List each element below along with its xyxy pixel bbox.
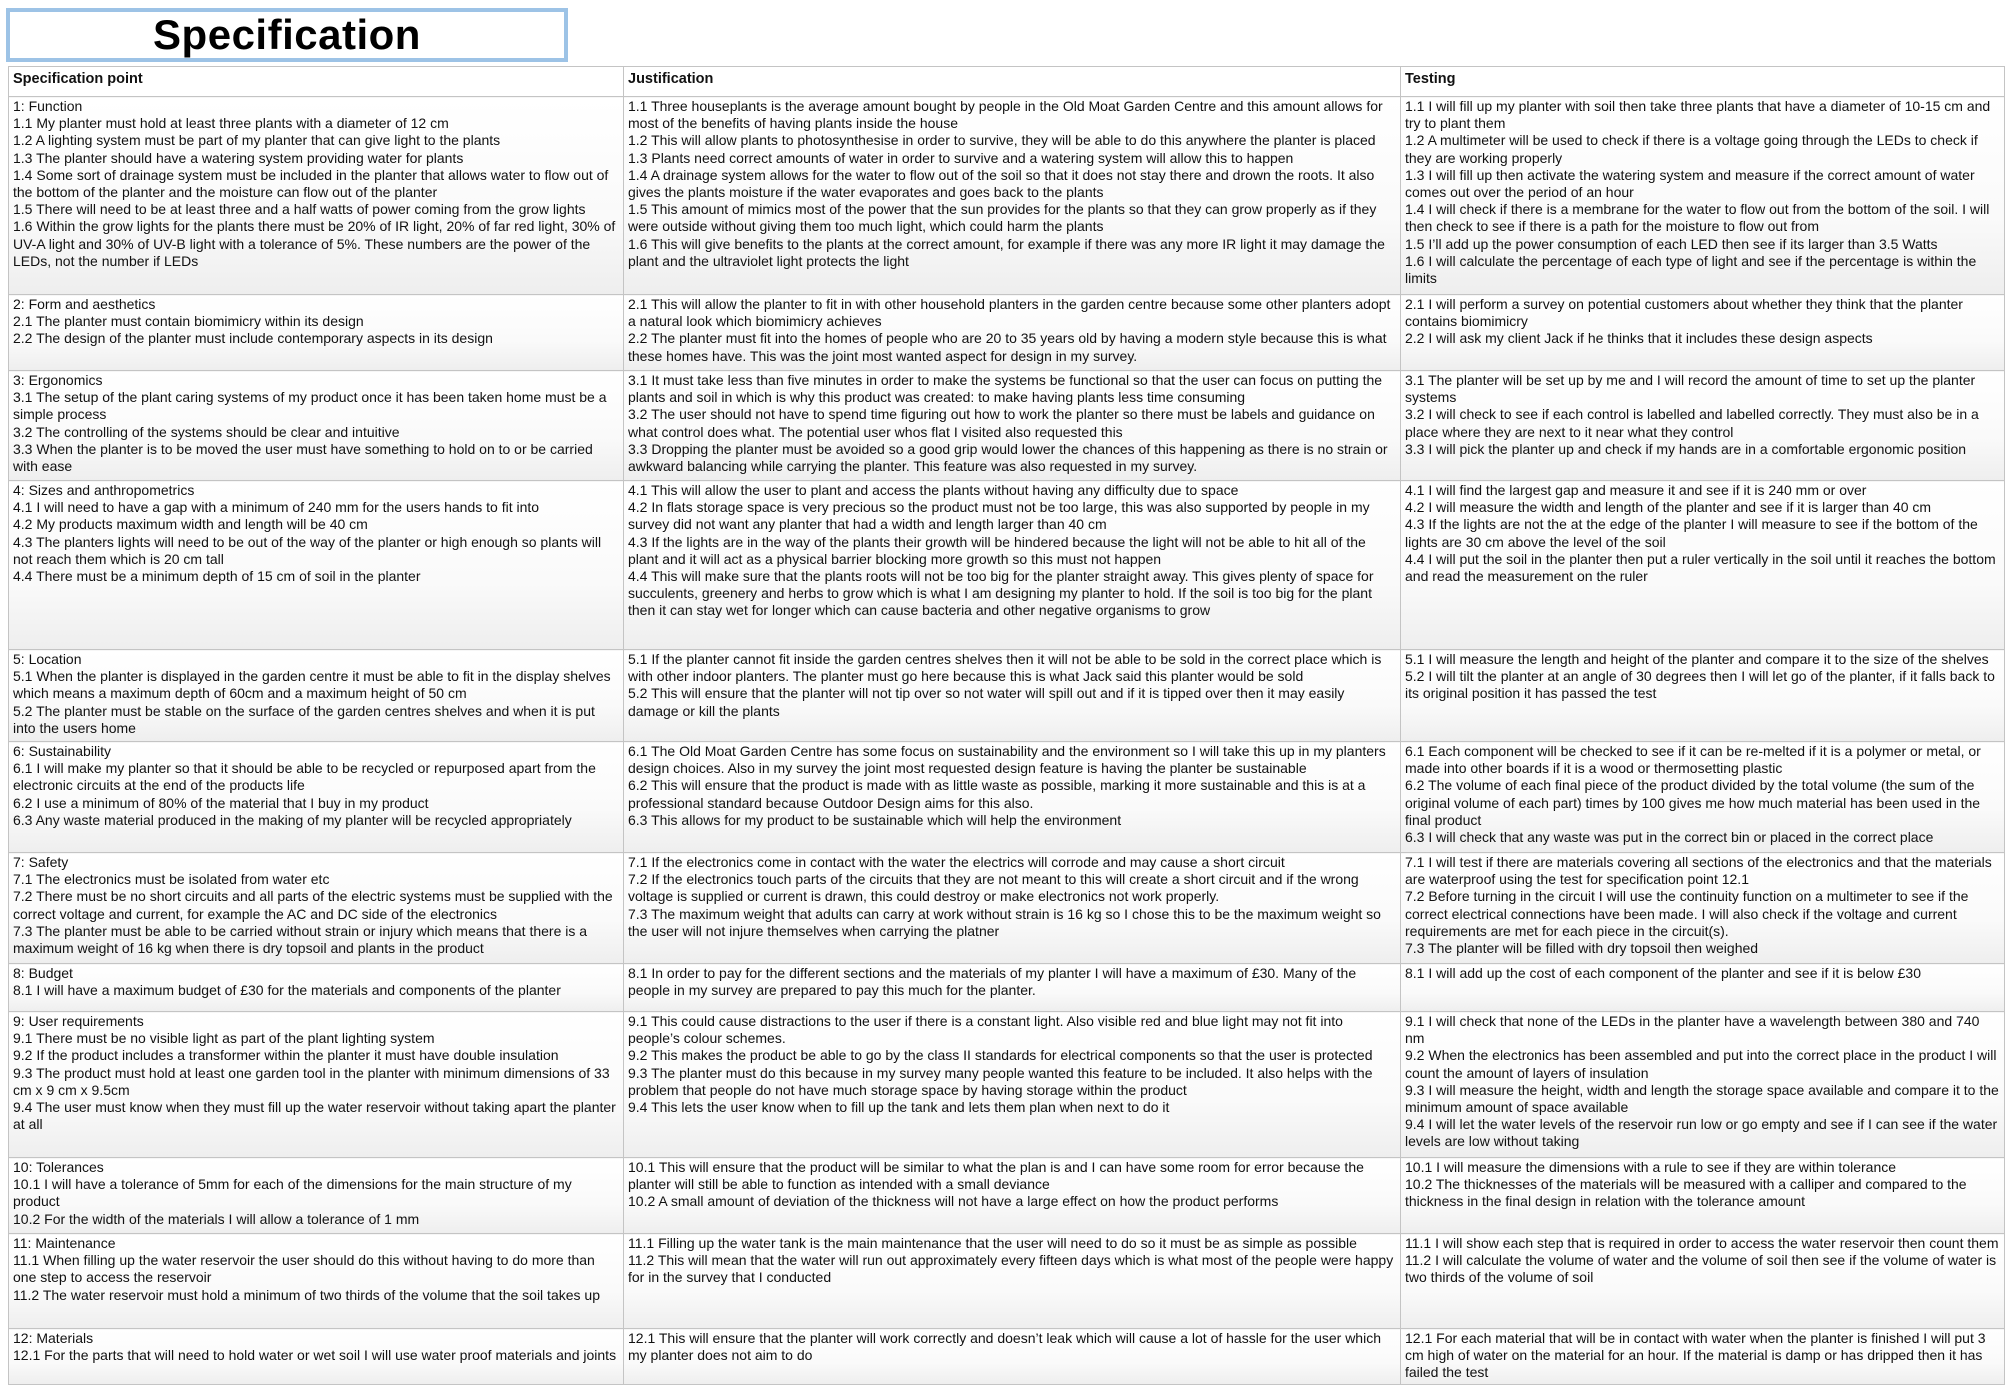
cell-testing: 9.1 I will check that none of the LEDs i…: [1400, 1011, 2005, 1158]
cell-text: 5.1 If the planter cannot fit inside the…: [628, 651, 1382, 719]
cell-text: 1.1 I will fill up my planter with soil …: [1405, 98, 1991, 287]
table-header-row: Specification point Justification Testin…: [8, 66, 2005, 97]
cell-spec: 8: Budget 8.1 I will have a maximum budg…: [8, 963, 624, 1012]
table-row: 9: User requirements 9.1 There must be n…: [8, 1011, 2005, 1158]
cell-text: 8: Budget 8.1 I will have a maximum budg…: [13, 965, 561, 999]
cell-justification: 4.1 This will allow the user to plant an…: [623, 480, 1401, 650]
cell-testing: 1.1 I will fill up my planter with soil …: [1400, 96, 2005, 295]
cell-text: 12: Materials 12.1 For the parts that wi…: [13, 1330, 617, 1364]
cell-justification: 1.1 Three houseplants is the average amo…: [623, 96, 1401, 295]
cell-text: 9.1 This could cause distractions to the…: [628, 1013, 1373, 1116]
cell-text: 3.1 The planter will be set up by me and…: [1405, 372, 1979, 457]
cell-testing: 2.1 I will perform a survey on potential…: [1400, 294, 2005, 371]
table-row: 7: Safety 7.1 The electronics must be is…: [8, 852, 2005, 964]
cell-text: 4.1 This will allow the user to plant an…: [628, 482, 1374, 619]
cell-testing: 4.1 I will find the largest gap and meas…: [1400, 480, 2005, 650]
cell-testing: 3.1 The planter will be set up by me and…: [1400, 370, 2005, 481]
cell-justification: 5.1 If the planter cannot fit inside the…: [623, 649, 1401, 742]
cell-text: 3: Ergonomics 3.1 The setup of the plant…: [13, 372, 607, 475]
cell-text: 1.1 Three houseplants is the average amo…: [628, 98, 1385, 269]
cell-justification: 8.1 In order to pay for the different se…: [623, 963, 1401, 1012]
cell-text: 1: Function 1.1 My planter must hold at …: [13, 98, 616, 269]
cell-text: 7.1 I will test if there are materials c…: [1405, 854, 1992, 957]
table-row: 4: Sizes and anthropometrics 4.1 I will …: [8, 480, 2005, 650]
cell-justification: 7.1 If the electronics come in contact w…: [623, 852, 1401, 964]
cell-text: 7.1 If the electronics come in contact w…: [628, 854, 1381, 939]
table-row: 1: Function 1.1 My planter must hold at …: [8, 96, 2005, 295]
cell-text: 3.1 It must take less than five minutes …: [628, 372, 1388, 475]
cell-text: 9.1 I will check that none of the LEDs i…: [1405, 1013, 1999, 1150]
table-row: 3: Ergonomics 3.1 The setup of the plant…: [8, 370, 2005, 481]
cell-spec: 7: Safety 7.1 The electronics must be is…: [8, 852, 624, 964]
cell-text: 7: Safety 7.1 The electronics must be is…: [13, 854, 613, 957]
cell-text: 8.1 I will add up the cost of each compo…: [1405, 965, 1921, 981]
cell-text: 11.1 I will show each step that is requi…: [1405, 1235, 1999, 1286]
specification-table: Specification point Justification Testin…: [8, 66, 2005, 1385]
cell-justification: 2.1 This will allow the planter to fit i…: [623, 294, 1401, 371]
cell-testing: 7.1 I will test if there are materials c…: [1400, 852, 2005, 964]
cell-spec: 6: Sustainability 6.1 I will make my pla…: [8, 741, 624, 853]
cell-justification: 11.1 Filling up the water tank is the ma…: [623, 1233, 1401, 1329]
cell-justification: 6.1 The Old Moat Garden Centre has some …: [623, 741, 1401, 853]
cell-justification: 9.1 This could cause distractions to the…: [623, 1011, 1401, 1158]
cell-text: 9: User requirements 9.1 There must be n…: [13, 1013, 616, 1133]
page-title: Specification: [153, 11, 421, 58]
cell-text: 12.1 For each material that will be in c…: [1405, 1330, 1986, 1381]
cell-text: 5: Location 5.1 When the planter is disp…: [13, 651, 611, 736]
cell-text: 8.1 In order to pay for the different se…: [628, 965, 1357, 999]
table-row: 6: Sustainability 6.1 I will make my pla…: [8, 741, 2005, 853]
cell-spec: 1: Function 1.1 My planter must hold at …: [8, 96, 624, 295]
cell-spec: 5: Location 5.1 When the planter is disp…: [8, 649, 624, 742]
cell-testing: 8.1 I will add up the cost of each compo…: [1400, 963, 2005, 1012]
cell-text: 5.1 I will measure the length and height…: [1405, 651, 1995, 702]
column-header-spec: Specification point: [8, 66, 624, 97]
cell-text: 2.1 This will allow the planter to fit i…: [628, 296, 1391, 364]
title-box: Specification: [6, 8, 568, 62]
cell-text: 11: Maintenance 11.1 When filling up the…: [13, 1235, 600, 1303]
cell-text: 2: Form and aesthetics 2.1 The planter m…: [13, 296, 493, 347]
cell-spec: 9: User requirements 9.1 There must be n…: [8, 1011, 624, 1158]
cell-text: 10.1 This will ensure that the product w…: [628, 1159, 1364, 1210]
cell-justification: 10.1 This will ensure that the product w…: [623, 1157, 1401, 1234]
table-row: 5: Location 5.1 When the planter is disp…: [8, 649, 2005, 742]
cell-text: 10.1 I will measure the dimensions with …: [1405, 1159, 1967, 1210]
cell-text: 6.1 Each component will be checked to se…: [1405, 743, 1981, 846]
cell-justification: 3.1 It must take less than five minutes …: [623, 370, 1401, 481]
table-row: 11: Maintenance 11.1 When filling up the…: [8, 1233, 2005, 1329]
cell-testing: 6.1 Each component will be checked to se…: [1400, 741, 2005, 853]
table-row: 8: Budget 8.1 I will have a maximum budg…: [8, 963, 2005, 1012]
cell-spec: 11: Maintenance 11.1 When filling up the…: [8, 1233, 624, 1329]
table-row: 10: Tolerances 10.1 I will have a tolera…: [8, 1157, 2005, 1234]
cell-testing: 10.1 I will measure the dimensions with …: [1400, 1157, 2005, 1234]
cell-testing: 11.1 I will show each step that is requi…: [1400, 1233, 2005, 1329]
cell-testing: 5.1 I will measure the length and height…: [1400, 649, 2005, 742]
cell-text: 6.1 The Old Moat Garden Centre has some …: [628, 743, 1386, 828]
cell-text: 12.1 This will ensure that the planter w…: [628, 1330, 1381, 1364]
cell-text: 11.1 Filling up the water tank is the ma…: [628, 1235, 1394, 1286]
column-header-testing: Testing: [1400, 66, 2005, 97]
column-header-justification: Justification: [623, 66, 1401, 97]
table-row: 2: Form and aesthetics 2.1 The planter m…: [8, 294, 2005, 371]
cell-spec: 2: Form and aesthetics 2.1 The planter m…: [8, 294, 624, 371]
table-body: 1: Function 1.1 My planter must hold at …: [8, 96, 2005, 1385]
cell-text: 2.1 I will perform a survey on potential…: [1405, 296, 1963, 347]
cell-text: 4.1 I will find the largest gap and meas…: [1405, 482, 1996, 585]
cell-text: 6: Sustainability 6.1 I will make my pla…: [13, 743, 596, 828]
cell-text: 10: Tolerances 10.1 I will have a tolera…: [13, 1159, 572, 1227]
cell-spec: 3: Ergonomics 3.1 The setup of the plant…: [8, 370, 624, 481]
cell-text: 4: Sizes and anthropometrics 4.1 I will …: [13, 482, 602, 585]
cell-spec: 10: Tolerances 10.1 I will have a tolera…: [8, 1157, 624, 1234]
cell-spec: 4: Sizes and anthropometrics 4.1 I will …: [8, 480, 624, 650]
